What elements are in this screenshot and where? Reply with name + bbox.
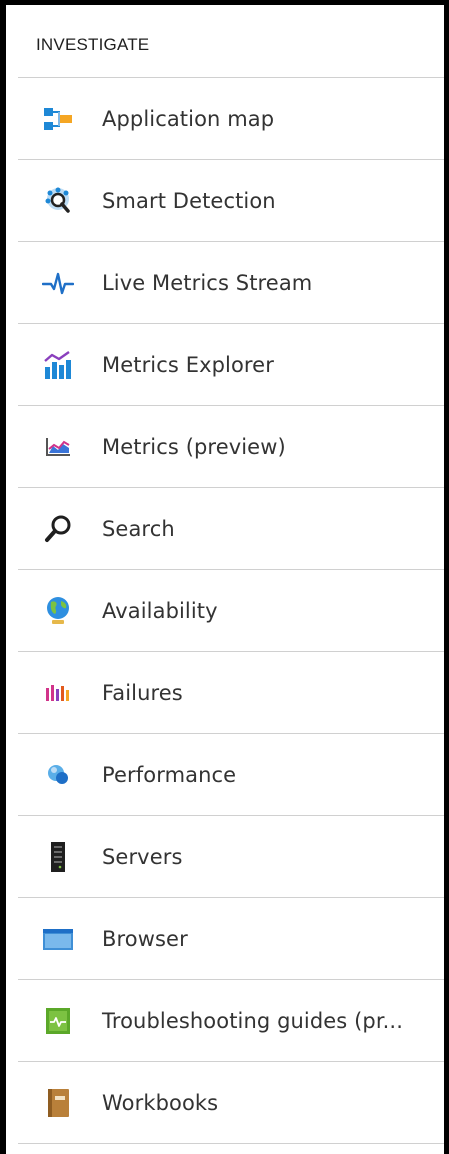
performance-icon xyxy=(42,759,74,791)
menu-item-performance[interactable]: Performance xyxy=(18,734,444,816)
menu-item-metrics-preview[interactable]: Metrics (preview) xyxy=(18,406,444,488)
failures-icon xyxy=(42,677,74,709)
menu-item-metrics-explorer[interactable]: Metrics Explorer xyxy=(18,324,444,406)
menu-item-label: Application map xyxy=(102,106,275,131)
application-map-icon xyxy=(42,103,74,135)
search-icon xyxy=(42,513,74,545)
globe-icon xyxy=(42,595,74,627)
menu-item-label: Metrics Explorer xyxy=(102,352,274,377)
menu-item-availability[interactable]: Availability xyxy=(18,570,444,652)
menu-item-label: Live Metrics Stream xyxy=(102,270,313,295)
menu-item-troubleshooting-guides[interactable]: Troubleshooting guides (pr... xyxy=(18,980,444,1062)
menu-item-label: Troubleshooting guides (pr... xyxy=(102,1008,403,1033)
screenshot-frame: INVESTIGATE Application map Smart Detect… xyxy=(0,0,449,1154)
section-title: INVESTIGATE xyxy=(18,10,444,78)
browser-icon xyxy=(42,923,74,955)
menu-item-label: Availability xyxy=(102,598,218,623)
menu-item-workbooks[interactable]: Workbooks xyxy=(18,1062,444,1144)
menu-item-label: Performance xyxy=(102,762,237,787)
menu-item-label: Workbooks xyxy=(102,1090,219,1115)
workbook-icon xyxy=(42,1087,74,1119)
menu-item-application-map[interactable]: Application map xyxy=(18,78,444,160)
menu-item-label: Servers xyxy=(102,844,183,869)
menu-item-label: Failures xyxy=(102,680,183,705)
menu-item-failures[interactable]: Failures xyxy=(18,652,444,734)
metrics-explorer-icon xyxy=(42,349,74,381)
metrics-preview-icon xyxy=(42,431,74,463)
menu-item-search[interactable]: Search xyxy=(18,488,444,570)
investigate-menu: INVESTIGATE Application map Smart Detect… xyxy=(18,10,444,1154)
menu-item-browser[interactable]: Browser xyxy=(18,898,444,980)
troubleshooting-guide-icon xyxy=(42,1005,74,1037)
menu-item-label: Metrics (preview) xyxy=(102,434,286,459)
menu-item-live-metrics-stream[interactable]: Live Metrics Stream xyxy=(18,242,444,324)
menu-item-label: Smart Detection xyxy=(102,188,276,213)
menu-item-servers[interactable]: Servers xyxy=(18,816,444,898)
smart-detection-icon xyxy=(42,185,74,217)
server-icon xyxy=(42,841,74,873)
menu-item-smart-detection[interactable]: Smart Detection xyxy=(18,160,444,242)
menu-item-label: Search xyxy=(102,516,175,541)
live-metrics-icon xyxy=(42,267,74,299)
menu-item-label: Browser xyxy=(102,926,188,951)
